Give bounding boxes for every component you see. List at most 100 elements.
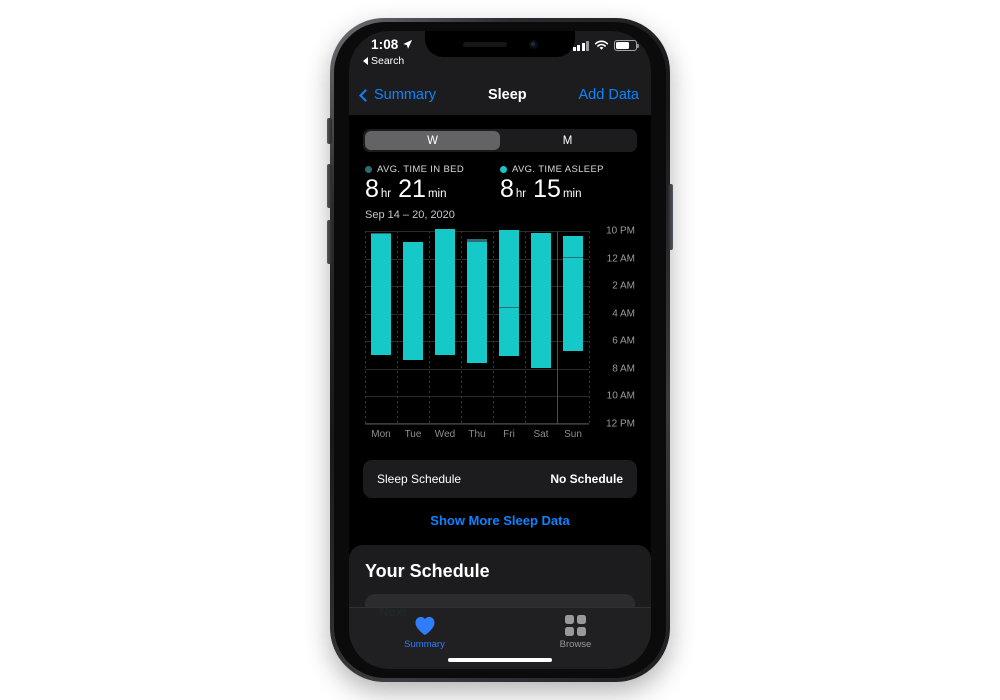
volume-up-button[interactable] <box>327 164 332 208</box>
screenshot-canvas: 1:08 Search Summary Sleep Add Data W M A… <box>0 0 1000 700</box>
notch <box>425 31 575 57</box>
chart-gridline-horizontal <box>365 231 589 232</box>
chart-bar[interactable] <box>531 233 551 368</box>
chart-y-tick-label: 10 AM <box>606 390 635 402</box>
tab-summary-label: Summary <box>404 638 445 650</box>
asleep-minutes: 15 <box>533 175 561 203</box>
home-indicator[interactable] <box>448 658 552 662</box>
earpiece-speaker <box>462 41 507 47</box>
stat-time-asleep: AVG. TIME ASLEEP 8 hr 15 min <box>500 164 635 202</box>
tab-browse-label: Browse <box>559 639 592 650</box>
in-bed-hours: 8 <box>365 175 379 203</box>
front-camera <box>528 39 538 49</box>
chart-bar-interruption-line <box>499 306 519 308</box>
chart-y-tick-label: 12 PM <box>606 418 635 430</box>
chart-gridline-vertical <box>397 231 398 424</box>
chart-x-tick-label: Fri <box>503 429 515 440</box>
battery-icon <box>614 40 640 51</box>
legend-dot-in-bed <box>365 166 372 173</box>
asleep-hours-unit: hr <box>515 188 527 200</box>
chart-y-tick-label: 10 PM <box>606 225 635 237</box>
in-bed-minutes-unit: min <box>427 188 447 200</box>
chart-bar[interactable] <box>563 235 583 351</box>
chart-bar[interactable] <box>435 228 455 356</box>
scroll-content[interactable]: W M AVG. TIME IN BED 8 hr 21 min AVG. TI… <box>349 115 651 669</box>
chart-y-axis: 10 PM 12 AM 2 AM 4 AM 6 AM 8 AM 10 AM 12 PM <box>591 226 635 430</box>
volume-down-button[interactable] <box>327 220 332 264</box>
your-schedule-title: Your Schedule <box>365 561 490 581</box>
asleep-minutes-unit: min <box>562 188 582 200</box>
heart-icon <box>414 616 435 635</box>
stat-time-in-bed-value: 8 hr 21 min <box>365 177 500 202</box>
stat-time-asleep-head: AVG. TIME ASLEEP <box>500 164 635 175</box>
nav-back-label: Summary <box>374 87 437 103</box>
back-to-search-label: Search <box>371 55 405 67</box>
back-to-search-button[interactable]: Search <box>363 55 404 67</box>
segment-week[interactable]: W <box>365 131 500 150</box>
status-bar-indicators <box>572 40 640 51</box>
sleep-chart[interactable]: 10 PM 12 AM 2 AM 4 AM 6 AM 8 AM 10 AM 12 PM Mon… <box>365 226 635 446</box>
chart-x-tick-label: Sun <box>564 429 582 440</box>
grid-icon <box>565 615 586 636</box>
phone-screen: 1:08 Search Summary Sleep Add Data W M A… <box>349 31 651 669</box>
status-bar-time: 1:08 <box>371 37 399 52</box>
chart-x-tick-label: Tue <box>404 429 422 440</box>
mute-switch[interactable] <box>327 118 332 144</box>
stat-time-in-bed-head: AVG. TIME IN BED <box>365 164 500 175</box>
in-bed-hours-unit: hr <box>380 188 392 200</box>
nav-back-button[interactable]: Summary <box>359 87 437 103</box>
chart-gridline-horizontal <box>365 424 589 425</box>
chart-gridline-vertical <box>589 231 590 424</box>
chart-gridline-vertical <box>429 231 430 424</box>
add-data-button[interactable]: Add Data <box>579 87 639 103</box>
chart-bar[interactable] <box>371 233 391 356</box>
navigation-bar: Summary Sleep Add Data <box>349 75 651 115</box>
chart-bar-in-bed-segment <box>371 233 391 235</box>
chart-gridline-vertical <box>493 231 494 424</box>
sleep-schedule-row[interactable]: Sleep Schedule No Schedule <box>363 460 637 498</box>
stat-time-in-bed: AVG. TIME IN BED 8 hr 21 min <box>365 164 500 202</box>
segment-month[interactable]: M <box>500 131 635 150</box>
chart-bar[interactable] <box>403 242 423 360</box>
date-range-label: Sep 14 – 20, 2020 <box>365 209 455 221</box>
chevron-left-icon <box>359 88 372 102</box>
chart-gridline-vertical <box>365 231 366 424</box>
chart-x-axis: Mon Tue Wed Thu Fri Sat Sun <box>365 426 589 446</box>
sleep-schedule-value: No Schedule <box>550 472 623 486</box>
sleep-schedule-key: Sleep Schedule <box>377 472 462 486</box>
chart-bar[interactable] <box>499 229 519 357</box>
chart-bar-in-bed-segment <box>467 238 487 243</box>
wifi-icon <box>594 40 609 50</box>
asleep-hours: 8 <box>500 175 514 203</box>
location-arrow-icon <box>403 39 413 49</box>
chart-x-tick-label: Sat <box>533 429 549 440</box>
chart-y-tick-label: 12 AM <box>606 253 635 265</box>
cellular-signal-icon <box>572 41 589 51</box>
chart-gridline-vertical <box>525 231 526 424</box>
chart-bar-interruption-line <box>563 257 583 259</box>
chart-y-tick-label: 8 AM <box>612 363 635 375</box>
chart-y-tick-label: 4 AM <box>612 308 635 320</box>
stats-row: AVG. TIME IN BED 8 hr 21 min AVG. TIME A… <box>349 152 651 202</box>
chart-plot-area <box>365 228 590 425</box>
chart-y-tick-label: 6 AM <box>612 335 635 347</box>
chart-gridline-vertical <box>461 231 462 424</box>
page-title: Sleep <box>487 87 527 103</box>
chart-bar[interactable] <box>467 238 487 364</box>
legend-dot-asleep <box>500 166 507 173</box>
back-triangle-icon <box>363 57 368 65</box>
show-more-sleep-data-button[interactable]: Show More Sleep Data <box>349 498 651 541</box>
chart-y-tick-label: 2 AM <box>612 280 635 292</box>
range-segmented-control[interactable]: W M <box>363 129 637 152</box>
chart-gridline-horizontal <box>365 368 589 370</box>
stat-time-asleep-value: 8 hr 15 min <box>500 177 635 202</box>
chart-x-tick-label: Wed <box>434 429 456 440</box>
stat-time-asleep-label: AVG. TIME ASLEEP <box>512 164 604 175</box>
chart-gridline-vertical <box>557 231 558 424</box>
power-button[interactable] <box>668 184 673 250</box>
chart-x-tick-label: Thu <box>468 429 486 440</box>
status-bar-time-group: 1:08 <box>371 37 413 52</box>
chart-x-tick-label: Mon <box>371 429 391 440</box>
in-bed-minutes: 21 <box>398 175 426 203</box>
stat-time-in-bed-label: AVG. TIME IN BED <box>377 164 465 175</box>
